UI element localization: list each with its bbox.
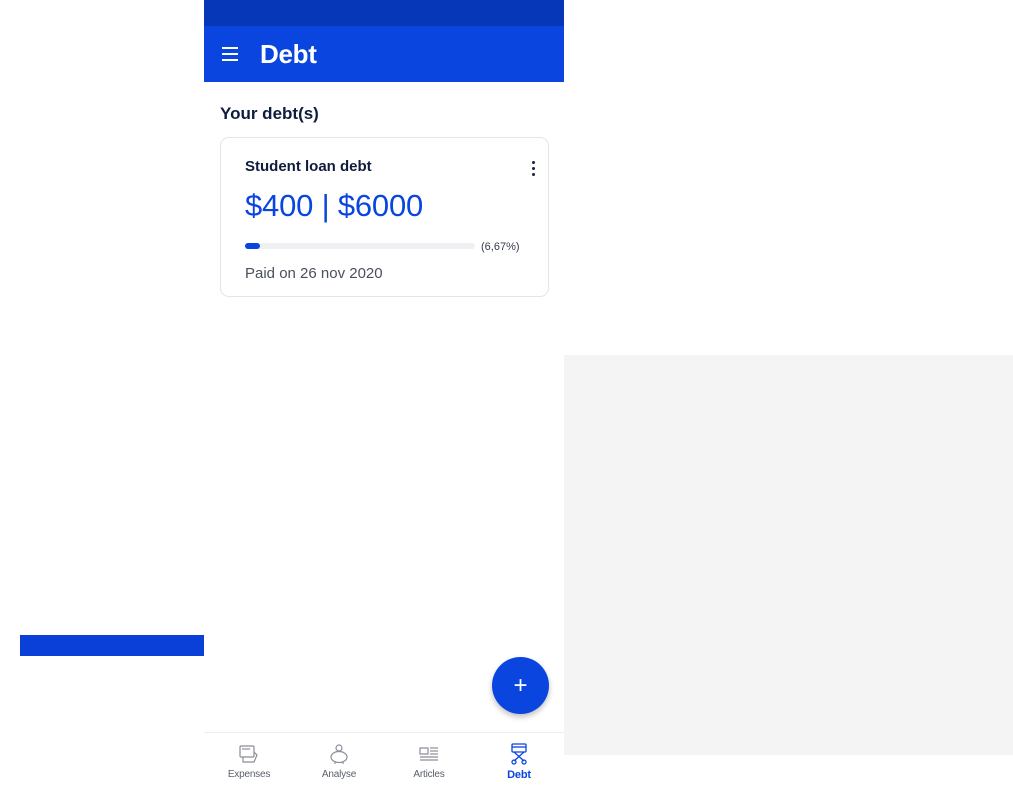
status-bar <box>204 0 564 26</box>
debt-card[interactable]: Student loan debt $400 | $6000 (6,67%) P… <box>220 137 549 297</box>
debt-name: Student loan debt <box>245 158 372 175</box>
nav-item-debt[interactable]: Debt <box>474 733 564 789</box>
menu-icon[interactable] <box>221 45 245 63</box>
side-panel <box>564 355 1013 755</box>
piggy-bank-icon <box>330 744 348 764</box>
nav-item-articles[interactable]: Articles <box>384 733 474 789</box>
debt-progress-fill <box>245 243 261 249</box>
bottom-nav: Expenses Analyse Articles Debt <box>204 732 564 789</box>
phone-screen: Debt Your debt(s) Student loan debt $400… <box>204 0 564 789</box>
nav-label-debt: Debt <box>507 769 531 781</box>
app-bar: Debt <box>204 26 564 82</box>
articles-icon <box>419 747 438 761</box>
nav-item-expenses[interactable]: Expenses <box>204 733 294 789</box>
left-blue-strip <box>20 635 204 656</box>
debt-progress-percent: (6,67%) <box>481 241 520 253</box>
add-debt-button[interactable]: + <box>492 657 549 714</box>
page-title: Debt <box>260 38 317 69</box>
more-options-icon[interactable] <box>528 160 540 180</box>
wallet-icon <box>239 745 258 763</box>
section-title: Your debt(s) <box>220 104 319 123</box>
debt-progress-bar <box>245 243 475 249</box>
nav-label-expenses: Expenses <box>227 769 271 780</box>
nav-label-articles: Articles <box>413 769 445 780</box>
debt-icon <box>511 743 527 765</box>
debt-amounts: $400 | $6000 <box>245 188 424 223</box>
debt-paid-on: Paid on 26 nov 2020 <box>245 265 383 282</box>
nav-label-analyse: Analyse <box>321 769 357 780</box>
nav-item-analyse[interactable]: Analyse <box>294 733 384 789</box>
